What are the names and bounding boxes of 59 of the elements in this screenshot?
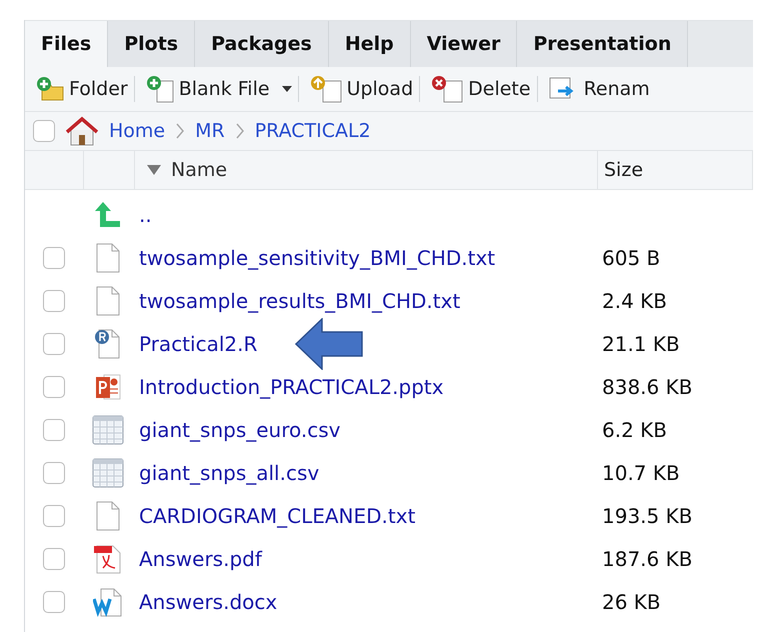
breadcrumb-link[interactable]: Home xyxy=(109,120,166,142)
chevron-icon xyxy=(175,122,186,140)
file-size: 6.2 KB xyxy=(602,418,667,442)
parent-folder-link[interactable]: .. xyxy=(133,202,152,226)
file-size: 605 B xyxy=(602,246,660,270)
breadcrumb-link[interactable]: MR xyxy=(195,120,225,142)
file-size: 187.6 KB xyxy=(602,546,692,570)
name-column-header[interactable]: Name xyxy=(135,151,598,189)
up-arrow-icon xyxy=(94,202,122,228)
pdf-file-icon xyxy=(93,544,123,574)
file-size: 21.1 KB xyxy=(602,332,680,356)
file-link[interactable]: Practical2.R xyxy=(133,332,258,356)
word-file-icon xyxy=(93,586,123,616)
toolbar-button[interactable]: Folder xyxy=(25,69,134,109)
checkbox[interactable] xyxy=(33,120,55,142)
checkbox[interactable] xyxy=(43,246,65,268)
file-link[interactable]: giant_snps_all.csv xyxy=(133,460,320,484)
checkbox[interactable] xyxy=(43,332,65,354)
file-size: 10.7 KB xyxy=(602,460,680,484)
file-link[interactable]: Introduction_PRACTICAL2.pptx xyxy=(133,374,444,398)
file-size: 193.5 KB xyxy=(602,504,692,528)
upload-icon xyxy=(308,75,343,103)
toolbar-button[interactable]: Renam xyxy=(538,69,656,109)
checkbox[interactable] xyxy=(43,290,65,312)
checkbox[interactable] xyxy=(43,590,65,612)
new-folder-icon xyxy=(35,76,65,102)
file-link[interactable]: giant_snps_euro.csv xyxy=(133,418,340,442)
file-link[interactable]: Answers.docx xyxy=(133,590,278,614)
toolbar-button[interactable]: Blank File xyxy=(134,69,298,109)
spreadsheet-icon xyxy=(92,458,124,488)
checkbox[interactable] xyxy=(43,376,65,398)
size-column-header[interactable]: Size xyxy=(598,151,753,189)
file-link[interactable]: twosample_sensitivity_BMI_CHD.txt xyxy=(133,246,496,270)
document-icon xyxy=(94,242,122,272)
tab[interactable]: Files xyxy=(25,21,108,67)
document-icon xyxy=(94,286,122,316)
checkbox[interactable] xyxy=(43,548,65,570)
file-link[interactable]: twosample_results_BMI_CHD.txt xyxy=(133,288,460,312)
home-icon[interactable] xyxy=(65,116,99,146)
toolbar-button[interactable]: Upload xyxy=(298,69,420,109)
spreadsheet-icon xyxy=(92,414,124,444)
new-file-icon xyxy=(144,75,175,103)
delete-icon xyxy=(430,75,464,103)
checkbox[interactable] xyxy=(43,504,65,526)
breadcrumb-link[interactable]: PRACTICAL2 xyxy=(254,120,371,142)
file-size: 838.6 KB xyxy=(602,374,692,398)
r-file-icon xyxy=(94,328,122,358)
file-link[interactable]: CARDIOGRAM_CLEANED.txt xyxy=(133,504,416,528)
column-label: Name xyxy=(171,159,228,181)
file-link[interactable]: Answers.pdf xyxy=(133,546,262,570)
file-size: 26 KB xyxy=(602,590,661,614)
sort-icon xyxy=(147,165,161,175)
toolbar-button[interactable]: Delete xyxy=(420,69,537,109)
chevron-icon xyxy=(234,122,245,140)
document-icon xyxy=(94,500,122,530)
checkbox[interactable] xyxy=(43,418,65,440)
file-size: 2.4 KB xyxy=(602,288,667,312)
checkbox[interactable] xyxy=(43,462,65,484)
presentation-file-icon xyxy=(94,372,122,402)
